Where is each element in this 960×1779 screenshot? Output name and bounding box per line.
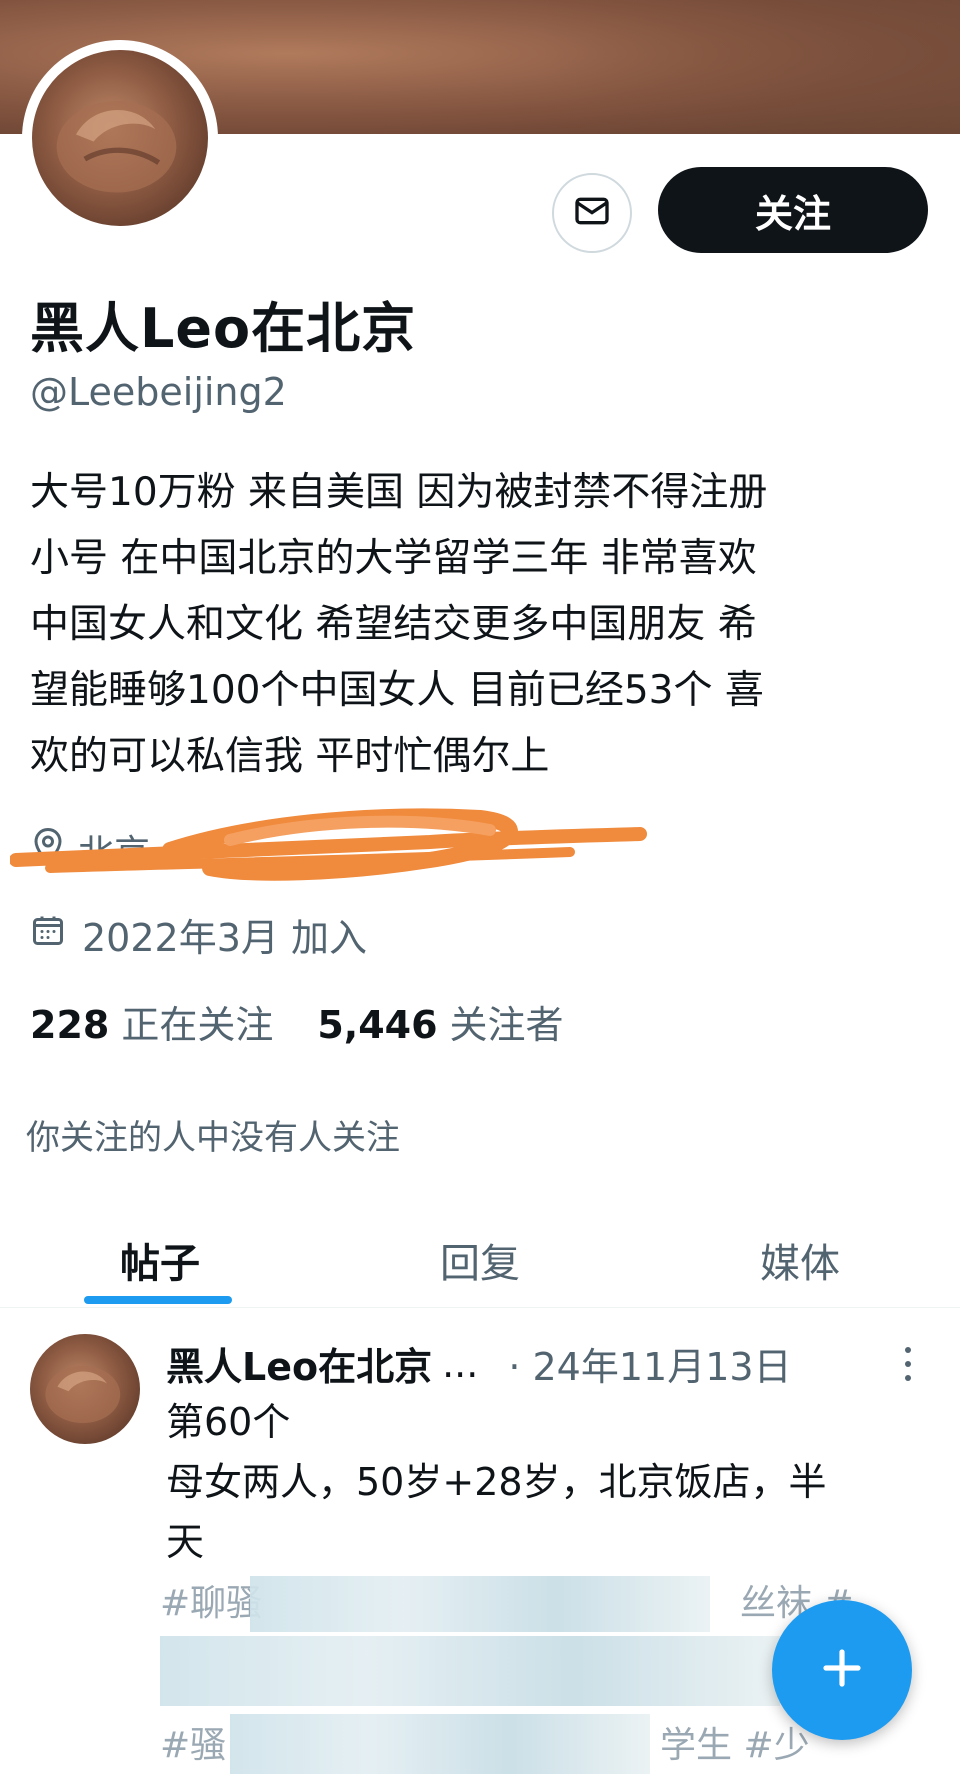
following-label: 正在关注: [121, 1003, 274, 1047]
mosaic-block: [230, 1714, 650, 1774]
message-button[interactable]: [552, 173, 632, 253]
active-tab-indicator: [84, 1296, 232, 1304]
avatar[interactable]: [32, 50, 208, 226]
post-text: 第60个 母女两人，50岁+28岁，北京饭店，半 天: [166, 1392, 936, 1572]
post-author-ellipsis: ...: [442, 1341, 479, 1386]
bio-line: 小号 在中国北京的大学留学三年 非常喜欢: [30, 536, 757, 581]
post-line: 母女两人，50岁+28岁，北京饭店，半: [166, 1460, 827, 1504]
following-count: 228: [30, 1003, 110, 1047]
banner-shade: [540, 0, 960, 134]
mail-icon: [572, 191, 612, 235]
hashtag-fragment: #聊骚: [160, 1583, 263, 1624]
profile-bio: 大号10万粉 来自美国 因为被封禁不得注册 小号 在中国北京的大学留学三年 非常…: [30, 460, 930, 790]
hashtag-fragment: #骚: [160, 1725, 227, 1766]
hashtag-fragment: 学生 #少: [660, 1725, 810, 1766]
join-date-row: 2022年3月 加入: [30, 904, 367, 964]
post-line: 天: [166, 1520, 205, 1564]
followers-label: 关注者: [449, 1003, 564, 1047]
followers-count: 5,446: [317, 1003, 438, 1047]
following-link[interactable]: 228 正在关注: [30, 994, 273, 1049]
bio-line: 中国女人和文化 希望结交更多中国朋友 希: [30, 602, 757, 647]
display-name: 黑人Leo在北京: [30, 297, 417, 360]
join-date: 2022年3月 加入: [82, 915, 367, 960]
mosaic-block: [250, 1576, 710, 1632]
compose-button[interactable]: [772, 1600, 912, 1740]
follow-stats: 228 正在关注 5,446 关注者: [30, 994, 564, 1049]
tab-media[interactable]: 媒体: [640, 1212, 960, 1307]
followers-link[interactable]: 5,446 关注者: [317, 994, 563, 1049]
post-date[interactable]: · 24年11月13日: [508, 1336, 791, 1391]
redaction-scribble: [10, 808, 647, 881]
bio-line: 大号10万粉 来自美国 因为被封禁不得注册: [30, 470, 768, 515]
followed-by-note: 你关注的人中没有人关注: [26, 1118, 400, 1158]
tab-replies[interactable]: 回复: [320, 1212, 640, 1307]
bio-line: 望能睡够100个中国女人 目前已经53个 喜: [30, 668, 764, 713]
more-vertical-icon[interactable]: [898, 1340, 918, 1388]
user-handle: @Leebeijing2: [30, 370, 287, 414]
profile-tabs: 帖子 回复 媒体: [0, 1212, 960, 1308]
post-header: 黑人Leo在北京 ... · 24年11月13日: [166, 1336, 926, 1391]
follow-button[interactable]: 关注: [658, 167, 928, 253]
tab-posts[interactable]: 帖子: [0, 1212, 320, 1307]
mosaic-block: [160, 1636, 780, 1706]
post-line: 第60个: [166, 1400, 291, 1444]
plus-icon: [818, 1644, 866, 1696]
post-author[interactable]: 黑人Leo在北京: [166, 1336, 432, 1391]
post-avatar[interactable]: [30, 1334, 140, 1444]
calendar-icon: [30, 912, 66, 957]
bio-line: 欢的可以私信我 平时忙偶尔上: [30, 734, 550, 779]
